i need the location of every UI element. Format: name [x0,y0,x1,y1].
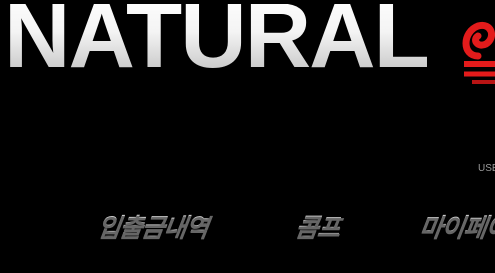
user-label: USE [478,163,495,174]
logo-swirl-icon [462,21,495,84]
nav-item-comp[interactable]: 콤프 [293,208,342,244]
site-logo[interactable]: NATURAL [0,4,495,92]
logo-text: NATURAL [4,4,430,82]
nav-item-transactions[interactable]: 입출금내역 [95,208,210,244]
nav-item-mypage[interactable]: 마이페이 [417,208,495,244]
main-nav: 청 입출금내역 콤프 마이페이 [0,200,495,250]
